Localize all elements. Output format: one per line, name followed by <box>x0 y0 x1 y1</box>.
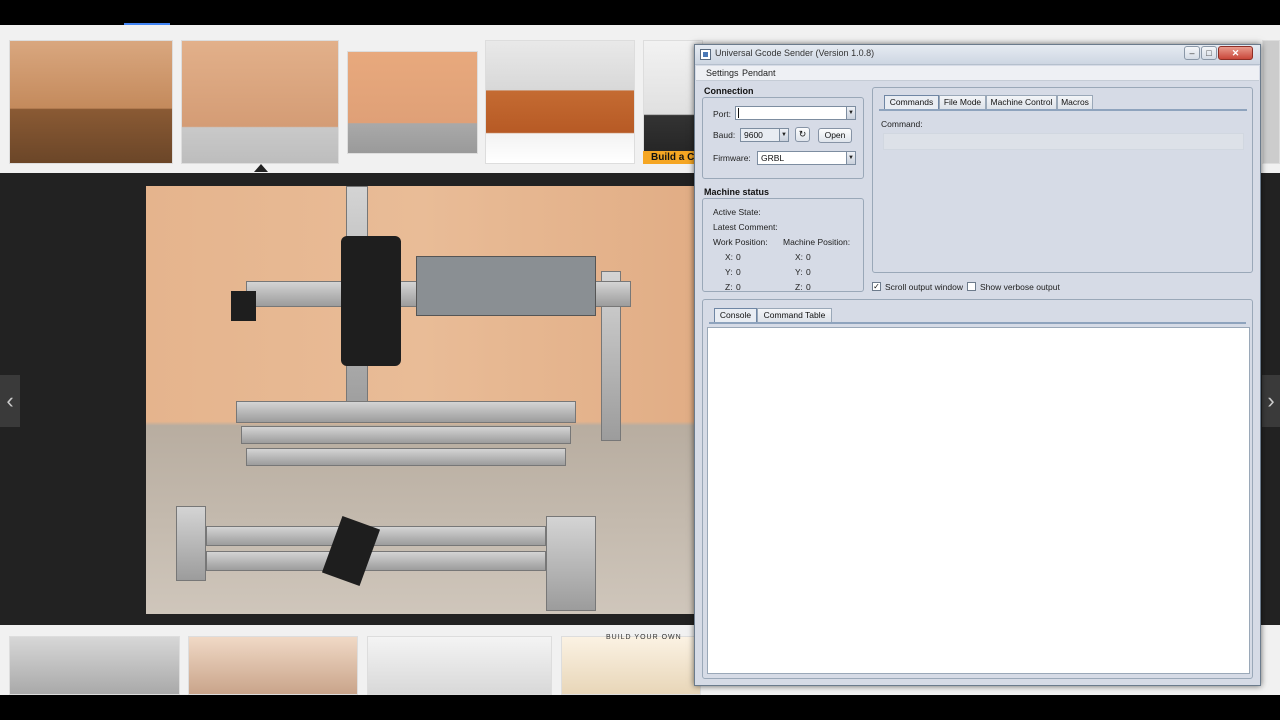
connection-title: Connection <box>704 86 754 96</box>
thumbnail-image[interactable] <box>485 40 635 164</box>
tab-file-mode[interactable]: File Mode <box>939 95 986 109</box>
tab-divider <box>709 322 1246 324</box>
firmware-label: Firmware: <box>713 153 751 163</box>
chevron-down-icon[interactable]: ▼ <box>779 129 788 141</box>
frame-leg <box>546 516 596 611</box>
console-output[interactable] <box>707 327 1250 674</box>
baud-select[interactable]: 9600 ▼ <box>740 128 789 142</box>
spindle <box>341 236 401 366</box>
related-image[interactable] <box>9 636 180 695</box>
related-image[interactable] <box>367 636 552 695</box>
port-select[interactable]: ▼ <box>735 106 856 120</box>
tab-divider <box>879 109 1247 111</box>
work-x-axis-label: X: <box>725 252 734 262</box>
open-connection-button[interactable]: Open <box>818 128 852 143</box>
cnc-machine-photo[interactable] <box>146 186 698 614</box>
work-x-value: 0 <box>736 252 741 262</box>
chevron-down-icon[interactable]: ▼ <box>846 152 855 164</box>
table-rail <box>241 426 571 444</box>
maximize-button[interactable]: □ <box>1201 46 1217 60</box>
window-title: Universal Gcode Sender (Version 1.0.8) <box>715 48 875 58</box>
machine-y-axis-label: Y: <box>795 267 803 277</box>
refresh-ports-button[interactable]: ↻ <box>795 127 810 142</box>
base-rail <box>206 551 546 571</box>
desktop-screen: Build a C ‹ › BUILD YOUR OWN Universal G… <box>0 0 1280 720</box>
work-y-value: 0 <box>736 267 741 277</box>
chevron-down-icon[interactable]: ▼ <box>846 107 855 119</box>
baud-value: 9600 <box>744 130 763 140</box>
work-y-axis-label: Y: <box>725 267 733 277</box>
work-position-label: Work Position: <box>713 237 768 247</box>
firmware-select[interactable]: GRBL ▼ <box>757 151 856 165</box>
table-rail <box>236 401 576 423</box>
machine-position-label: Machine Position: <box>783 237 851 247</box>
command-label: Command: <box>881 119 923 129</box>
machine-x-value: 0 <box>806 252 811 262</box>
verbose-output-label: Show verbose output <box>980 282 1060 292</box>
gantry-plate <box>416 256 596 316</box>
app-icon <box>700 49 711 60</box>
verbose-output-checkbox[interactable] <box>967 282 976 291</box>
command-input[interactable] <box>883 133 1244 150</box>
next-image-button[interactable]: › <box>1262 375 1280 427</box>
machine-status-panel: Active State: Latest Comment: Work Posit… <box>702 198 864 292</box>
commands-panel: Commands File Mode Machine Control Macro… <box>872 87 1253 273</box>
selected-thumbnail-pointer <box>254 164 268 172</box>
thumbnail-caption: Build a C <box>643 151 699 164</box>
tab-macros[interactable]: Macros <box>1057 95 1093 109</box>
menu-bar: Settings Pendant <box>696 66 1259 81</box>
search-top-bar <box>0 0 1280 25</box>
menu-settings[interactable]: Settings <box>706 68 739 78</box>
tab-commands[interactable]: Commands <box>884 95 939 109</box>
baud-label: Baud: <box>713 130 736 140</box>
close-button[interactable]: ✕ <box>1218 46 1253 60</box>
firmware-value: GRBL <box>761 153 785 163</box>
connection-panel: Port: ▼ Baud: 9600 ▼ ↻ Open Firmware: GR… <box>702 97 864 179</box>
thumbnail-image[interactable] <box>9 40 173 164</box>
ugs-window: Universal Gcode Sender (Version 1.0.8) –… <box>694 44 1261 686</box>
machine-z-axis-label: Z: <box>795 282 803 292</box>
related-image[interactable] <box>188 636 358 695</box>
port-label: Port: <box>713 109 731 119</box>
related-image-caption: BUILD YOUR OWN <box>606 634 682 641</box>
tab-console[interactable]: Console <box>714 308 757 322</box>
thumbnail-image[interactable] <box>347 51 478 154</box>
bottom-black-bar <box>0 695 1280 720</box>
previous-image-button[interactable]: ‹ <box>0 375 20 427</box>
table-rail <box>246 448 566 466</box>
machine-y-value: 0 <box>806 267 811 277</box>
machine-status-title: Machine status <box>704 187 770 197</box>
machine-z-value: 0 <box>806 282 811 292</box>
thumbnail-image[interactable] <box>1262 40 1280 164</box>
menu-pendant[interactable]: Pendant <box>742 68 776 78</box>
work-z-axis-label: Z: <box>725 282 733 292</box>
latest-comment-label: Latest Comment: <box>713 222 778 232</box>
machine-x-axis-label: X: <box>795 252 804 262</box>
minimize-button[interactable]: – <box>1184 46 1200 60</box>
tab-machine-control[interactable]: Machine Control <box>986 95 1057 109</box>
active-state-label: Active State: <box>713 207 761 217</box>
work-z-value: 0 <box>736 282 741 292</box>
frame-leg <box>176 506 206 581</box>
scroll-output-checkbox[interactable]: ✓ <box>872 282 881 291</box>
text-cursor <box>738 108 739 118</box>
scroll-output-label: Scroll output window <box>885 282 963 292</box>
related-image[interactable] <box>561 636 701 695</box>
stepper-motor <box>231 291 256 321</box>
window-title-bar[interactable]: Universal Gcode Sender (Version 1.0.8) –… <box>695 45 1260 65</box>
refresh-icon: ↻ <box>798 129 807 139</box>
tab-command-table[interactable]: Command Table <box>757 308 832 322</box>
thumbnail-image[interactable] <box>181 40 339 164</box>
